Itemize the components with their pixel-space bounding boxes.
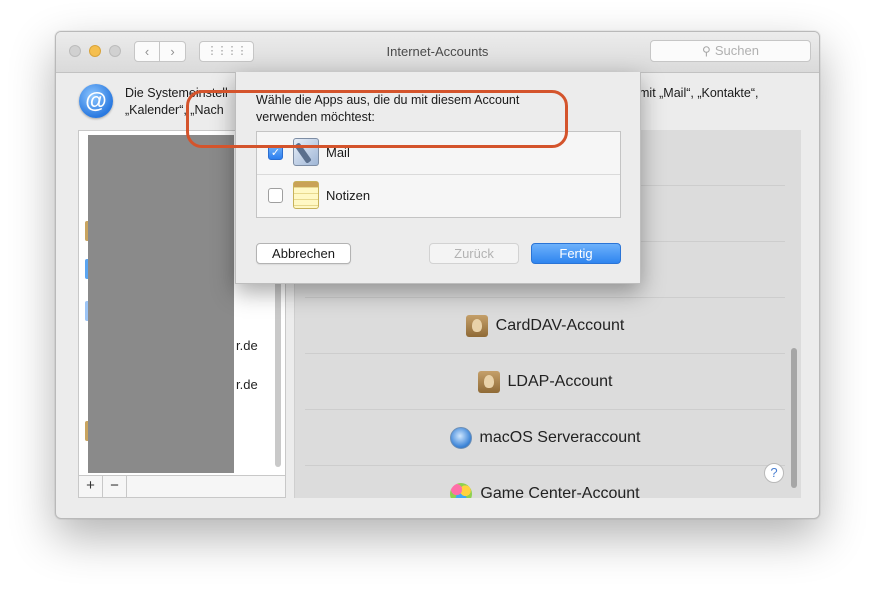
provider-row-macos-server[interactable]: macOS Serveraccount	[305, 410, 785, 466]
notes-icon	[293, 181, 319, 209]
back-button-disabled: Zurück	[429, 243, 519, 264]
description-line-1: Die Systemeinstell	[125, 86, 228, 100]
server-icon	[449, 426, 472, 449]
provider-label: LDAP-Account	[507, 372, 613, 390]
notes-checkbox[interactable]	[268, 188, 283, 203]
app-row-mail[interactable]: ✓ Mail	[257, 132, 620, 175]
provider-row-carddav[interactable]: CardDAV-Account	[305, 298, 785, 354]
provider-label: macOS Serveraccount	[479, 428, 641, 446]
description-text: Die Systemeinstell „Kalender“, „Nach	[125, 85, 228, 119]
game-center-icon	[450, 483, 473, 498]
app-selection-sheet: Wähle die Apps aus, die du mit diesem Ac…	[235, 72, 641, 284]
mail-icon	[293, 138, 319, 166]
cancel-button[interactable]: Abbrechen	[256, 243, 351, 264]
sheet-prompt: Wähle die Apps aus, die du mit diesem Ac…	[256, 93, 520, 124]
checkmark-icon: ✓	[270, 147, 281, 159]
app-row-notes[interactable]: Notizen	[257, 175, 620, 217]
provider-label: Game Center-Account	[480, 485, 640, 498]
app-label-mail: Mail	[326, 145, 350, 160]
account-list-controls: + −	[78, 476, 286, 498]
contacts-icon	[477, 370, 500, 393]
provider-row-game-center[interactable]: Game Center-Account	[305, 466, 785, 498]
account-item-suffix[interactable]: r.de	[236, 338, 258, 353]
provider-list-scrollbar[interactable]	[791, 348, 797, 488]
app-list: ✓ Mail Notizen	[256, 131, 621, 218]
preferences-window: ‹ › ⋮⋮⋮⋮ Internet-Accounts ⚲ Suchen @ Die…	[55, 31, 820, 519]
add-account-button[interactable]: +	[79, 476, 103, 497]
description-text-right: mit „Mail“, „Kontakte“,	[639, 86, 759, 100]
description-line-2: „Kalender“, „Nach	[125, 103, 224, 117]
mail-checkbox[interactable]: ✓	[268, 145, 283, 160]
provider-label: CardDAV-Account	[495, 316, 625, 334]
search-field[interactable]: ⚲ Suchen	[650, 40, 811, 62]
provider-row-ldap[interactable]: LDAP-Account	[305, 354, 785, 410]
account-item-suffix[interactable]: r.de	[236, 377, 258, 392]
search-placeholder: Suchen	[714, 43, 759, 58]
contacts-icon	[465, 314, 488, 337]
title-bar: ‹ › ⋮⋮⋮⋮ Internet-Accounts ⚲ Suchen	[56, 32, 819, 73]
internet-accounts-at-icon: @	[79, 84, 113, 118]
redacted-accounts	[88, 135, 234, 473]
app-label-notes: Notizen	[326, 188, 371, 203]
remove-account-button[interactable]: −	[103, 476, 127, 497]
search-icon: ⚲	[702, 44, 711, 58]
done-button[interactable]: Fertig	[531, 243, 621, 264]
help-button[interactable]: ?	[764, 463, 784, 483]
